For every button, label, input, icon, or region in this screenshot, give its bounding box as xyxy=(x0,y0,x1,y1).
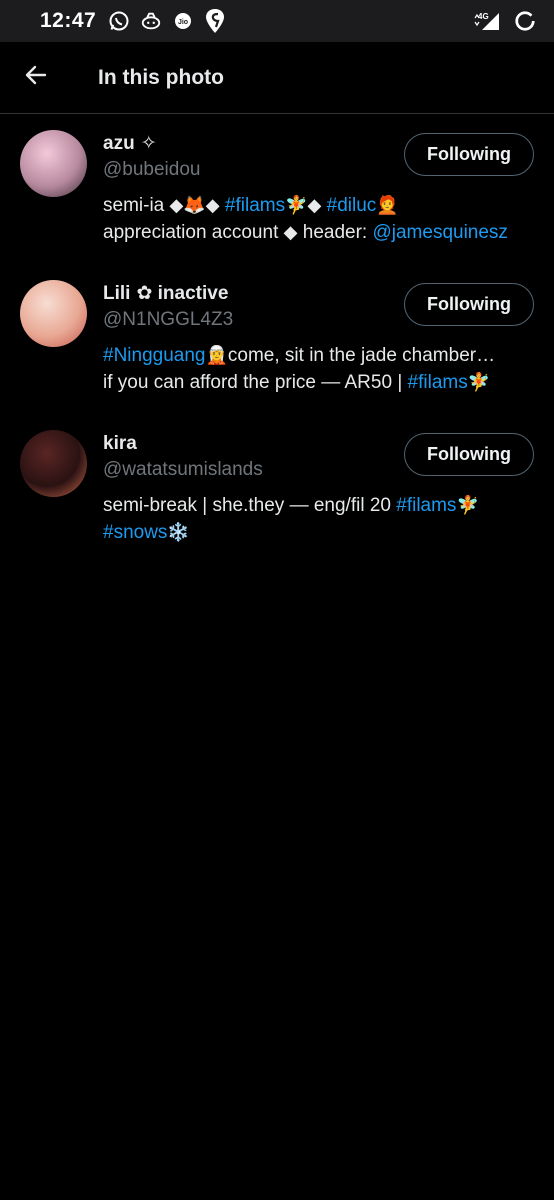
bio-text: come, sit in the jade chamber… xyxy=(227,345,496,366)
bio-emoji: ❄️ xyxy=(167,522,190,542)
bio-emoji: 🧚 xyxy=(456,495,479,515)
bio-line-2: #snows ❄️ xyxy=(103,519,534,546)
battery-saver-icon xyxy=(514,10,536,32)
user-handle[interactable]: @bubeidou xyxy=(103,156,200,184)
svg-text:Jio: Jio xyxy=(178,19,188,26)
user-row[interactable]: azu ✧ @bubeidou Following semi-ia ◆ 🦊 ◆ … xyxy=(0,114,554,264)
display-name[interactable]: kira xyxy=(103,432,263,456)
bio-text: semi-break | she.they — eng/fil 20 xyxy=(103,495,397,516)
swiggy-icon xyxy=(204,9,226,33)
status-time: 12:47 xyxy=(40,9,97,32)
name-suffix: ✿ inactive xyxy=(136,283,229,304)
user-list: azu ✧ @bubeidou Following semi-ia ◆ 🦊 ◆ … xyxy=(0,114,554,564)
bio-emoji: 🧝 xyxy=(205,345,228,365)
user-row[interactable]: Lili ✿ inactive @N1NGGL4Z3 Following #Ni… xyxy=(0,264,554,414)
back-button[interactable] xyxy=(0,42,72,114)
bio-emoji: 🧚 xyxy=(285,195,308,215)
bio-text: if you can afford the price — AR50 | xyxy=(103,372,408,393)
bio-link[interactable]: #filams xyxy=(396,495,456,516)
whatsapp-icon xyxy=(108,10,130,32)
bio-link[interactable]: #filams xyxy=(408,372,468,393)
status-bar: 12:47 Jio 4G xyxy=(0,0,554,42)
display-name[interactable]: azu ✧ xyxy=(103,132,200,156)
bio-emoji: 🧑‍🦰 xyxy=(376,195,399,215)
bio-link[interactable]: #snows xyxy=(103,522,167,543)
display-name[interactable]: Lili ✿ inactive xyxy=(103,282,233,306)
avatar[interactable] xyxy=(20,430,87,497)
bio-emoji: 🧚 xyxy=(467,372,491,392)
chat-app-icon xyxy=(140,10,162,32)
status-system-icons: 4G xyxy=(472,10,536,32)
bio-text: semi-ia xyxy=(103,195,170,216)
bio-line-1: semi-ia ◆ 🦊 ◆ #filams 🧚 ◆ #diluc 🧑‍🦰 xyxy=(103,192,534,219)
signal-icon: 4G xyxy=(472,10,502,32)
user-handle[interactable]: @N1NGGL4Z3 xyxy=(103,306,233,334)
user-handle[interactable]: @watatsumislands xyxy=(103,456,263,484)
bio-link[interactable]: #diluc xyxy=(327,195,377,216)
user-row[interactable]: kira @watatsumislands Following semi-bre… xyxy=(0,414,554,564)
avatar[interactable] xyxy=(20,130,87,197)
status-notification-icons: Jio xyxy=(108,9,226,33)
bio-emoji: ◆ xyxy=(169,195,184,215)
following-button[interactable]: Following xyxy=(404,133,534,176)
arrow-left-icon xyxy=(24,63,48,92)
page-title: In this photo xyxy=(98,65,224,89)
bio-line-1: #Ningguang 🧝 come, sit in the jade chamb… xyxy=(103,342,534,369)
svg-text:4G: 4G xyxy=(478,12,489,21)
bio-emoji: ◆ xyxy=(283,222,298,242)
bio-line-2: appreciation account ◆ header: @jamesqui… xyxy=(103,219,534,246)
bio-text: header: xyxy=(297,222,373,243)
bio-line-1: semi-break | she.they — eng/fil 20 #fila… xyxy=(103,492,534,519)
bio-line-2: if you can afford the price — AR50 | #fi… xyxy=(103,369,534,396)
following-button[interactable]: Following xyxy=(404,283,534,326)
bio-emoji: 🦊 xyxy=(183,195,206,215)
bio-link[interactable]: #Ningguang xyxy=(103,345,205,366)
bio-text: appreciation account xyxy=(103,222,284,243)
bio-link[interactable]: @jamesquinesz xyxy=(372,222,507,243)
jio-icon: Jio xyxy=(172,10,194,32)
bio-link[interactable]: #filams xyxy=(225,195,285,216)
app-header: In this photo xyxy=(0,42,554,114)
bio-emoji: ◆ xyxy=(205,195,220,215)
following-button[interactable]: Following xyxy=(404,433,534,476)
name-suffix: ✧ xyxy=(140,133,157,154)
bio-emoji: ◆ xyxy=(307,195,322,215)
avatar[interactable] xyxy=(20,280,87,347)
